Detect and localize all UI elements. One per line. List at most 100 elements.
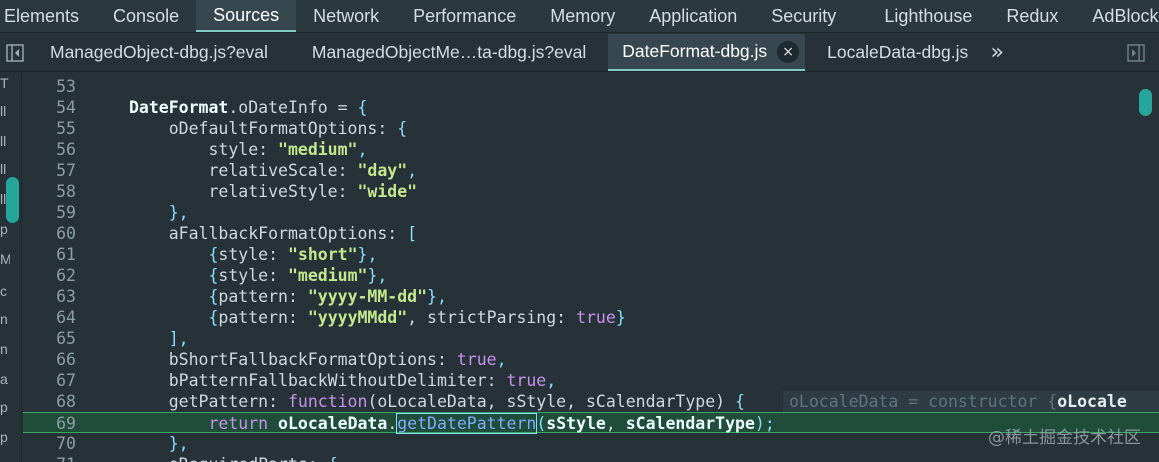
file-tab-label: LocaleData-dbg.js [827,42,969,62]
code-token: oRequiredParts: [129,455,328,462]
navigator-item[interactable]: M [0,251,10,267]
close-tab-icon[interactable]: × [777,40,800,63]
line-number[interactable]: 70 [23,433,76,454]
line-number[interactable]: 64 [23,307,76,328]
code-text: DateFormat.oDateInfo = { [129,97,367,118]
code-editor[interactable]: 71 oRequiredParts: {70 }, 69 return oLoca… [23,73,1159,462]
line-number[interactable]: 53 [23,76,76,97]
code-line[interactable]: 57 relativeScale: "day", [23,160,1159,181]
code-text: {pattern: "yyyy-MM-dd"}, [129,286,446,307]
line-number[interactable]: 60 [23,223,76,244]
tab-network[interactable]: Network [296,0,396,32]
code-line[interactable]: 58 relativeStyle: "wide" [23,181,1159,202]
navigator-item[interactable]: c [0,283,10,299]
navigator-item[interactable]: n [0,311,10,327]
code-token: , [546,371,557,390]
navigator-item[interactable]: a [0,371,10,387]
code-text: relativeStyle: "wide" [129,181,417,202]
file-tab[interactable]: LocaleData-dbg.js [805,34,978,71]
code-token: (oLocaleData, sStyle, sCalendarType) [367,392,735,411]
code-line[interactable]: 63 {pattern: "yyyy-MM-dd"}, [23,286,1159,307]
line-number[interactable]: 68 [23,391,76,412]
code-line[interactable]: 71 oRequiredParts: { [23,454,1159,462]
line-number[interactable]: 54 [23,97,76,118]
tab-lighthouse[interactable]: Lighthouse [867,0,989,32]
code-text: {style: "medium"}, [129,265,387,286]
code-token: bShortFallbackFormatOptions: [129,350,457,369]
line-number[interactable]: 61 [23,244,76,265]
navigator-item[interactable]: p [0,399,10,415]
tab-redux[interactable]: Redux [989,0,1075,32]
navigator-item[interactable]: n [0,341,10,357]
inline-variable-value[interactable]: oLocaleData = constructor {oLocale [783,391,1159,412]
tab-memory[interactable]: Memory [533,0,632,32]
code-line[interactable]: 60 aFallbackFormatOptions: [ [23,223,1159,244]
navigator-item[interactable]: ll [0,191,10,207]
editor-file-tabs: ManagedObject-dbg.js?eval ManagedObjectMe… [0,34,1159,72]
code-text: return oLocaleData.getDatePattern(sStyle… [129,413,775,434]
toggle-navigator-button[interactable] [0,34,30,71]
code-token: , strictParsing: [407,308,577,327]
inline-value-text: oLocaleData = constructor { [789,392,1058,411]
tab-security[interactable]: Security [754,0,853,32]
file-tab[interactable]: DateFormat-dbg.js × [608,34,806,71]
tab-sources[interactable]: Sources [196,0,297,32]
file-tab-label: ManagedObject-dbg.js?eval [50,42,268,62]
tab-application[interactable]: Application [632,0,754,32]
line-number[interactable]: 65 [23,328,76,349]
line-number[interactable]: 63 [23,286,76,307]
code-text: }, [129,433,189,454]
code-line[interactable]: 66 bShortFallbackFormatOptions: true, [23,349,1159,370]
code-line[interactable]: 53 [23,76,1159,97]
line-number[interactable]: 71 [23,454,76,462]
code-line[interactable]: 65 ], [23,328,1159,349]
navigator-item[interactable]: T [0,75,10,91]
line-number[interactable]: 59 [23,202,76,223]
code-line[interactable]: 55 oDefaultFormatOptions: { [23,118,1159,139]
code-token: .oDateInfo = [228,98,358,117]
line-number[interactable]: 56 [23,139,76,160]
toggle-debugger-button[interactable] [1121,34,1151,71]
code-line[interactable]: 54 DateFormat.oDateInfo = { [23,97,1159,118]
code-token: true [506,371,547,390]
code-line[interactable]: 59 }, [23,202,1159,223]
code-text: relativeScale: "day", [129,160,417,181]
editor-scrollbar[interactable] [1139,89,1152,116]
code-line[interactable]: 62 {style: "medium"}, [23,265,1159,286]
code-line[interactable]: 56 style: "medium", [23,139,1159,160]
tab-elements[interactable]: Elements [0,0,96,32]
navigator-item[interactable]: p [0,221,10,237]
code-line[interactable]: 64 {pattern: "yyyyMMdd", strictParsing: … [23,307,1159,328]
navigator-item[interactable]: ll [0,103,10,119]
code-line[interactable]: 67 bPatternFallbackWithoutDelimiter: tru… [23,370,1159,391]
tab-console[interactable]: Console [96,0,196,32]
code-token: style: [218,266,288,285]
navigator-sidebar: TllllllllpMcnnapp [0,73,22,462]
code-token: relativeScale: [129,161,358,180]
navigator-item[interactable]: ll [0,161,10,177]
file-tab[interactable]: ManagedObjectMe…ta-dbg.js?eval [290,34,608,71]
code-token: [ [407,224,418,243]
code-token: sCalendarType [625,414,755,433]
line-number[interactable]: 55 [23,118,76,139]
navigator-item[interactable]: p [0,429,10,445]
code-line[interactable]: 61 {style: "short"}, [23,244,1159,265]
line-number[interactable]: 66 [23,349,76,370]
navigator-item[interactable]: ll [0,133,10,149]
code-token: return [208,414,269,433]
tab-performance[interactable]: Performance [396,0,533,32]
line-number[interactable]: 69 [23,413,76,434]
code-token: bPatternFallbackWithoutDelimiter: [129,371,507,390]
more-tabs-button[interactable]: » [978,34,1016,71]
line-number[interactable]: 57 [23,160,76,181]
code-text: aFallbackFormatOptions: [ [129,223,417,244]
line-number[interactable]: 58 [23,181,76,202]
line-number[interactable]: 62 [23,265,76,286]
code-token: sStyle [546,414,606,433]
tab-adblock[interactable]: AdBlock [1075,0,1159,32]
inline-value-key: oLocale [1057,392,1127,411]
file-tab[interactable]: ManagedObject-dbg.js?eval [30,34,290,71]
line-number[interactable]: 67 [23,370,76,391]
code-line[interactable]: 68 getPattern: function(oLocaleData, sSt… [23,391,1159,412]
